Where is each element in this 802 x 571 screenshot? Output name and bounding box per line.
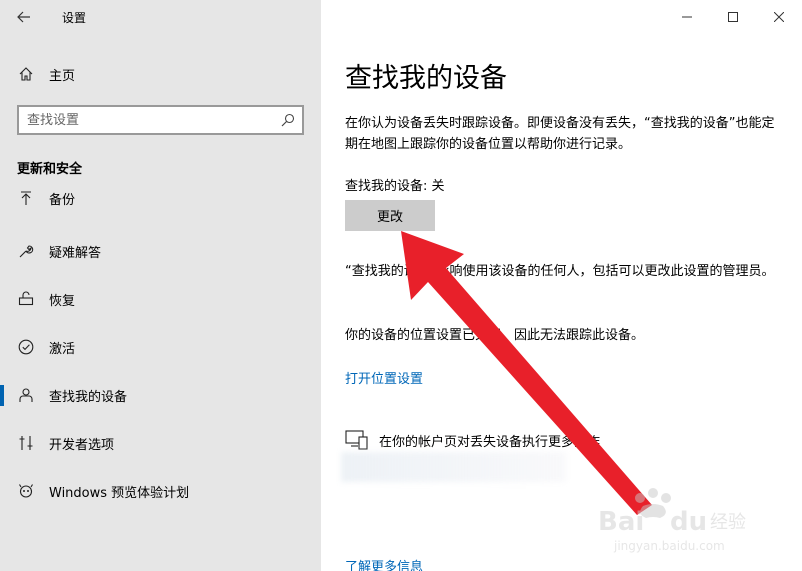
sidebar-item-label: 疑难解答 [49, 245, 102, 261]
sidebar-item-backup[interactable]: 备份 [0, 186, 321, 218]
description-text: 在你认为设备丢失时跟踪设备。即便设备没有丢失，“查找我的设备”也能定期在地图上跟… [345, 116, 775, 152]
selection-indicator [0, 385, 4, 406]
sidebar-item-label: 开发者选项 [49, 437, 115, 453]
learn-more-link[interactable]: 了解更多信息 [345, 556, 423, 571]
back-button[interactable] [0, 0, 48, 34]
back-arrow-icon [17, 11, 30, 23]
sidebar-item-home[interactable]: 主页 [0, 56, 321, 92]
search-input[interactable] [19, 112, 274, 128]
sidebar-item-recovery[interactable]: 恢复 [0, 279, 321, 319]
wrench-icon [17, 242, 35, 260]
page-title: 查找我的设备 [345, 63, 507, 94]
minimize-button[interactable] [664, 0, 710, 34]
close-icon [774, 12, 784, 22]
sidebar-item-activation[interactable]: 激活 [0, 327, 321, 367]
insider-icon [17, 482, 35, 500]
svg-text:经验: 经验 [710, 512, 746, 533]
sidebar-item-label: 激活 [49, 341, 76, 357]
sidebar-item-label: 主页 [49, 68, 76, 84]
main-panel: 查找我的设备 在你认为设备丢失时跟踪设备。即便设备没有丢失，“查找我的设备”也能… [321, 0, 802, 571]
sidebar: 设置 主页 更新和安全 备份 疑难解答 恢 [0, 0, 321, 571]
location-off-text: 你的设备的位置设置已关闭，因此无法跟踪此设备。 [345, 328, 645, 343]
sidebar-item-label: Windows 预览体验计划 [49, 485, 190, 501]
search-box[interactable] [17, 105, 304, 135]
info-text: “查找我的设备”影响使用该设备的任何人，包括可以更改此设置的管理员。 [345, 264, 775, 279]
maximize-button[interactable] [710, 0, 756, 34]
sidebar-nav-list: 备份 疑难解答 恢复 激活 查找我的设备 开发者选项 Windows 预览体验计… [0, 186, 321, 526]
sidebar-item-label: 备份 [49, 192, 76, 208]
blurred-region [341, 452, 566, 482]
minimize-icon [682, 16, 692, 18]
sidebar-item-label: 查找我的设备 [49, 389, 128, 405]
sidebar-item-troubleshoot[interactable]: 疑难解答 [0, 231, 321, 271]
home-icon [17, 65, 35, 83]
search-icon[interactable] [274, 107, 302, 133]
section-header: 更新和安全 [17, 162, 83, 177]
window-controls [664, 0, 802, 34]
devices-icon [345, 430, 368, 450]
account-device-row[interactable]: 在你的帐户页对丢失设备执行更多操作 [345, 430, 600, 450]
maximize-icon [728, 12, 738, 22]
sidebar-item-insider[interactable]: Windows 预览体验计划 [0, 471, 321, 511]
svg-text:jingyan.baidu.com: jingyan.baidu.com [613, 539, 725, 553]
recovery-icon [17, 290, 35, 308]
check-circle-icon [17, 338, 35, 356]
sidebar-item-label: 恢复 [49, 293, 76, 309]
sidebar-item-developer[interactable]: 开发者选项 [0, 423, 321, 463]
svg-text:Bai: Bai [598, 507, 644, 537]
close-button[interactable] [756, 0, 802, 34]
titlebar-left: 设置 [0, 0, 321, 34]
backup-icon [17, 189, 35, 207]
svg-text:du: du [670, 507, 707, 537]
developer-icon [17, 434, 35, 452]
status-text: 查找我的设备: 关 [345, 179, 445, 194]
app-title: 设置 [62, 10, 87, 25]
sidebar-item-find-my-device[interactable]: 查找我的设备 [0, 375, 321, 415]
open-location-settings-link[interactable]: 打开位置设置 [345, 368, 423, 387]
find-device-icon [17, 386, 35, 404]
change-button[interactable]: 更改 [345, 200, 435, 231]
account-device-text: 在你的帐户页对丢失设备执行更多操作 [379, 434, 601, 450]
baidu-jingyan-watermark: Bai du 经验 jingyan.baidu.com [598, 488, 746, 553]
